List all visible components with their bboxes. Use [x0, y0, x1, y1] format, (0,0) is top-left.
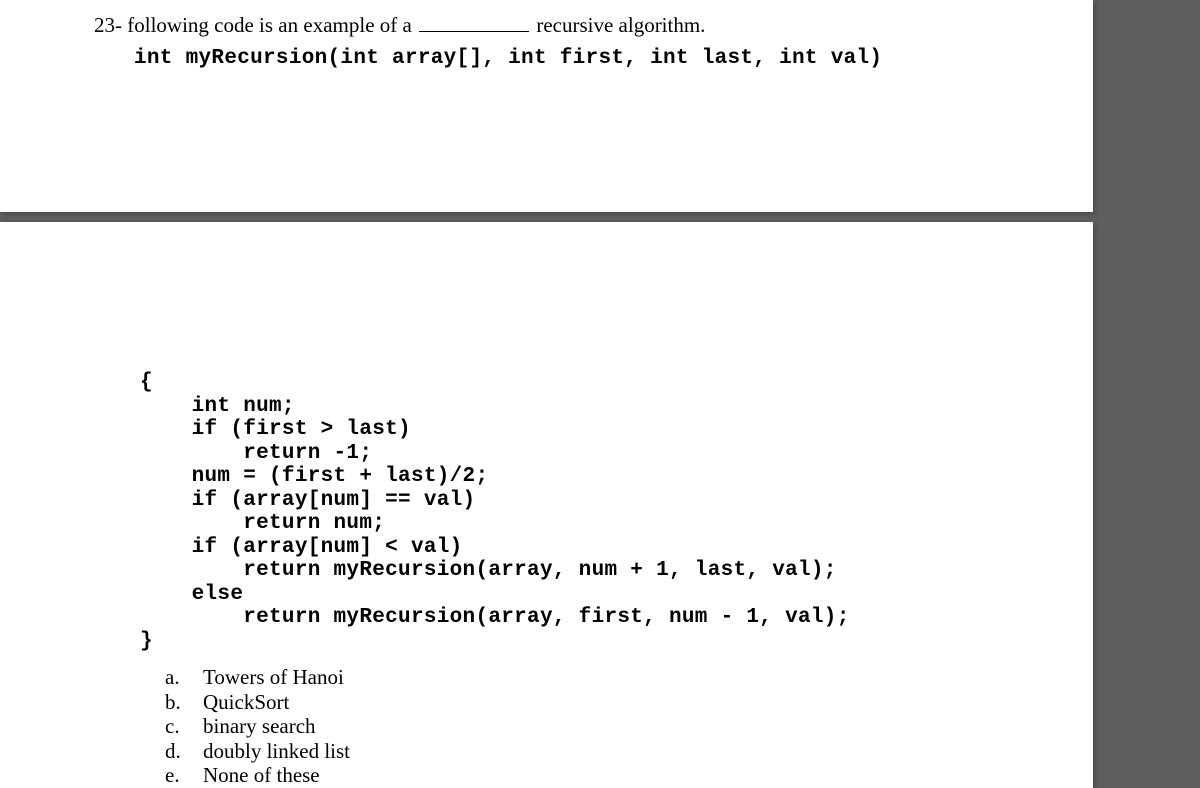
- option-c: c. binary search: [165, 714, 350, 739]
- option-d: d. doubly linked list: [165, 739, 350, 764]
- question-after-blank: recursive algorithm.: [531, 13, 705, 37]
- option-text: QuickSort: [203, 690, 289, 715]
- option-a: a. Towers of Hanoi: [165, 665, 350, 690]
- option-letter: e.: [165, 763, 203, 788]
- code-signature: int myRecursion(int array[], int first, …: [134, 47, 882, 70]
- option-b: b. QuickSort: [165, 690, 350, 715]
- question-before-blank: following code is an example of a: [127, 13, 417, 37]
- question-text: 23- following code is an example of a re…: [94, 12, 705, 38]
- option-e: e. None of these: [165, 763, 350, 788]
- question-number: 23-: [94, 13, 122, 37]
- answer-options: a. Towers of Hanoi b. QuickSort c. binar…: [165, 665, 350, 788]
- option-text: doubly linked list: [203, 739, 350, 764]
- option-letter: b.: [165, 690, 203, 715]
- code-body: { int num; if (first > last) return -1; …: [140, 371, 850, 653]
- option-text: binary search: [203, 714, 316, 739]
- document-page-upper: 23- following code is an example of a re…: [0, 0, 1093, 212]
- document-page-lower: { int num; if (first > last) return -1; …: [0, 222, 1093, 788]
- fill-in-blank: [419, 12, 529, 32]
- option-text: None of these: [203, 763, 320, 788]
- option-letter: c.: [165, 714, 203, 739]
- option-text: Towers of Hanoi: [203, 665, 344, 690]
- option-letter: a.: [165, 665, 203, 690]
- option-letter: d.: [165, 739, 203, 764]
